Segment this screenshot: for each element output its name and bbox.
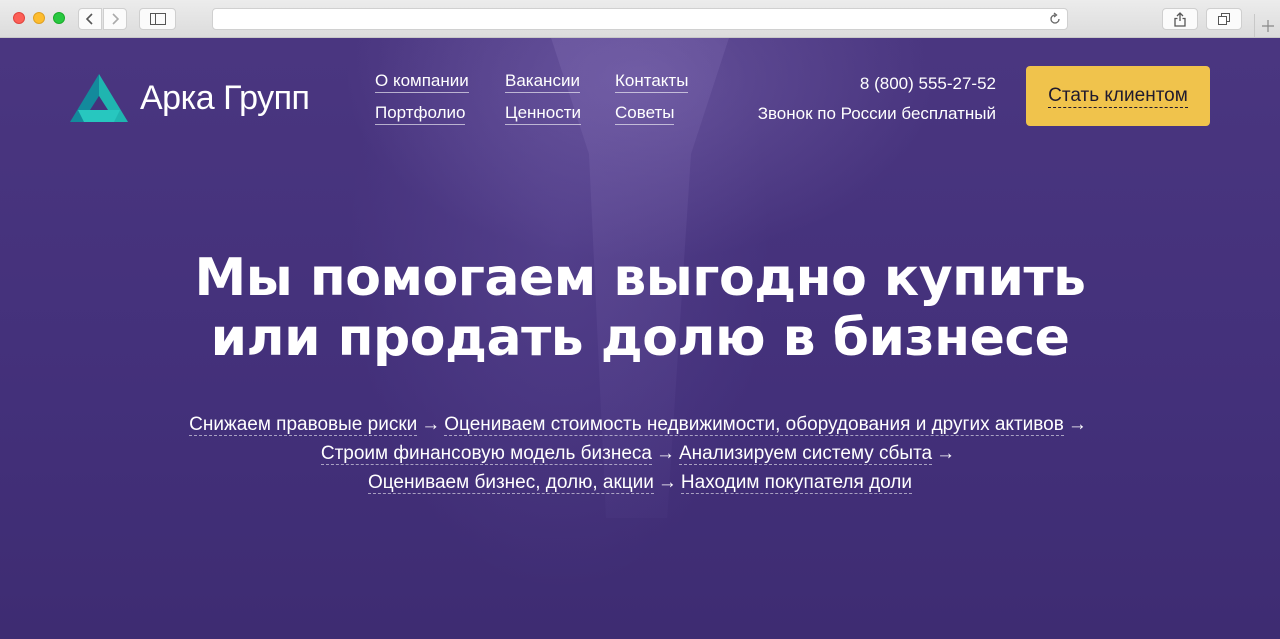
arrow-icon: →	[1067, 414, 1087, 435]
arrow-icon: →	[657, 472, 677, 493]
menu-item-values[interactable]: Ценности	[505, 103, 582, 125]
reload-icon[interactable]	[1049, 11, 1061, 30]
forward-button[interactable]	[103, 8, 127, 30]
step-link[interactable]: Анализируем систему сбыта	[679, 443, 933, 465]
step-link[interactable]: Оцениваем стоимость недвижимости, оборуд…	[444, 414, 1064, 436]
back-button[interactable]	[78, 8, 102, 30]
logo-text: Арка Групп	[140, 78, 310, 117]
logo[interactable]: Арка Групп	[70, 74, 310, 122]
sidebar-toggle-button[interactable]	[139, 8, 176, 30]
logo-triangle-icon	[70, 74, 128, 122]
phone-number[interactable]: 8 (800) 555-27-52	[760, 74, 996, 94]
become-client-label: Стать клиентом	[1048, 84, 1188, 108]
step-link[interactable]: Снижаем правовые риски	[189, 414, 418, 436]
arrow-icon: →	[936, 443, 956, 464]
sidebar-icon	[149, 13, 166, 25]
new-tab-button[interactable]	[1254, 14, 1280, 38]
zoom-window-button[interactable]	[53, 12, 65, 24]
phone-note: Звонок по России бесплатный	[757, 104, 996, 123]
service-steps: Снижаем правовые риски → Оцениваем стоимос…	[120, 410, 1160, 497]
plus-icon	[1261, 20, 1274, 32]
share-icon	[1174, 11, 1186, 27]
close-window-button[interactable]	[13, 12, 25, 24]
step-link[interactable]: Находим покупателя доли	[680, 472, 913, 494]
chevron-left-icon	[86, 13, 93, 25]
become-client-button[interactable]: Стать клиентом	[1026, 66, 1210, 126]
show-tabs-button[interactable]	[1206, 8, 1242, 30]
step-link[interactable]: Строим финансовую модель бизнеса	[320, 443, 652, 465]
share-button[interactable]	[1162, 8, 1198, 30]
headline-line-1: Мы помогаем выгодно купить	[194, 248, 1086, 308]
arrow-icon: →	[656, 443, 675, 464]
browser-toolbar	[0, 0, 1280, 38]
page-hero: Арка Групп О компании Вакансии Контакты …	[0, 38, 1280, 639]
menu-item-portfolio[interactable]: Портфолио	[375, 103, 466, 125]
menu-item-about[interactable]: О компании	[375, 71, 469, 93]
arrow-icon: →	[421, 414, 441, 435]
tabs-icon	[1218, 13, 1230, 25]
chevron-right-icon	[112, 13, 119, 25]
menu-item-vacancies[interactable]: Вакансии	[505, 71, 580, 93]
minimize-window-button[interactable]	[33, 12, 45, 24]
address-bar[interactable]	[212, 8, 1068, 30]
hero-headline: Мы помогаем выгодно купить или продать д…	[140, 248, 1140, 368]
menu-item-contacts[interactable]: Контакты	[615, 71, 689, 93]
step-link[interactable]: Оцениваем бизнес, долю, акции	[367, 472, 654, 494]
menu-item-tips[interactable]: Советы	[615, 103, 675, 125]
headline-line-2: или продать долю в бизнесе	[210, 308, 1070, 368]
